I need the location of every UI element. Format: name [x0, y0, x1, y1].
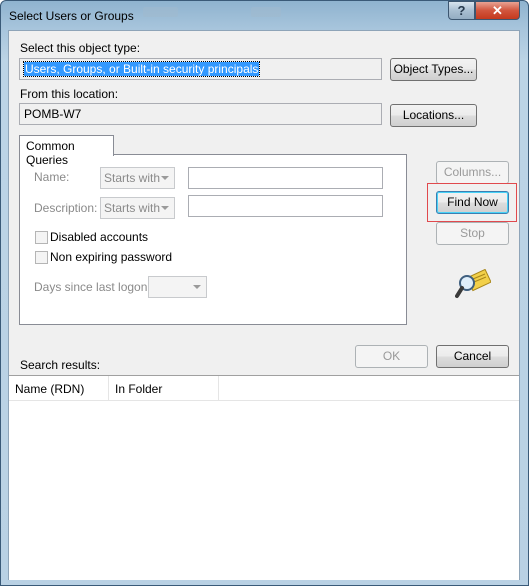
window-title: Select Users or Groups — [9, 9, 134, 23]
object-type-label: Select this object type: — [20, 41, 141, 55]
title-bar-reflection — [251, 7, 281, 17]
header-divider — [9, 400, 519, 401]
columns-button[interactable]: Columns... — [436, 161, 509, 184]
column-header-name[interactable]: Name (RDN) — [9, 376, 109, 400]
column-header-in-folder[interactable]: In Folder — [109, 376, 219, 400]
name-label: Name: — [34, 170, 70, 184]
location-label: From this location: — [20, 87, 119, 101]
disabled-accounts-checkbox[interactable] — [35, 231, 48, 244]
description-mode-combo[interactable]: Starts with — [100, 197, 175, 219]
magnifier-icon — [455, 268, 492, 301]
tab-common-queries[interactable]: Common Queries — [19, 135, 114, 167]
description-label: Description: — [34, 201, 98, 215]
days-since-logon-label: Days since last logon: — [34, 280, 151, 294]
object-type-field[interactable]: Users, Groups, or Built-in security prin… — [19, 58, 382, 80]
days-since-logon-combo[interactable] — [148, 276, 207, 298]
location-field[interactable]: POMB-W7 — [19, 103, 382, 125]
ok-button[interactable]: OK — [355, 345, 428, 368]
search-results-label: Search results: — [20, 358, 101, 372]
chevron-down-icon — [193, 285, 201, 289]
chevron-down-icon — [161, 176, 169, 180]
stop-button[interactable]: Stop — [436, 222, 509, 245]
description-mode-value: Starts with — [104, 201, 161, 215]
name-mode-combo[interactable]: Starts with — [100, 167, 175, 189]
location-value: POMB-W7 — [24, 107, 82, 121]
find-now-highlight — [427, 183, 517, 222]
close-button[interactable]: ✕ — [475, 1, 520, 20]
non-expiring-label: Non expiring password — [50, 250, 173, 264]
disabled-accounts-label: Disabled accounts — [50, 230, 149, 244]
name-mode-value: Starts with — [104, 171, 161, 185]
non-expiring-checkbox[interactable] — [35, 251, 48, 264]
object-type-value: Users, Groups, or Built-in security prin… — [22, 61, 261, 77]
title-bar-reflection — [143, 7, 178, 17]
help-button[interactable]: ? — [448, 1, 475, 20]
object-types-button[interactable]: Object Types... — [390, 58, 477, 81]
chevron-down-icon — [161, 206, 169, 210]
name-input[interactable] — [188, 167, 383, 189]
locations-button[interactable]: Locations... — [390, 104, 477, 127]
description-input[interactable] — [188, 195, 383, 217]
title-bar[interactable]: Select Users or Groups ? ✕ — [1, 1, 528, 31]
cancel-button[interactable]: Cancel — [436, 345, 509, 368]
search-results-list[interactable]: Name (RDN) In Folder — [9, 375, 519, 580]
